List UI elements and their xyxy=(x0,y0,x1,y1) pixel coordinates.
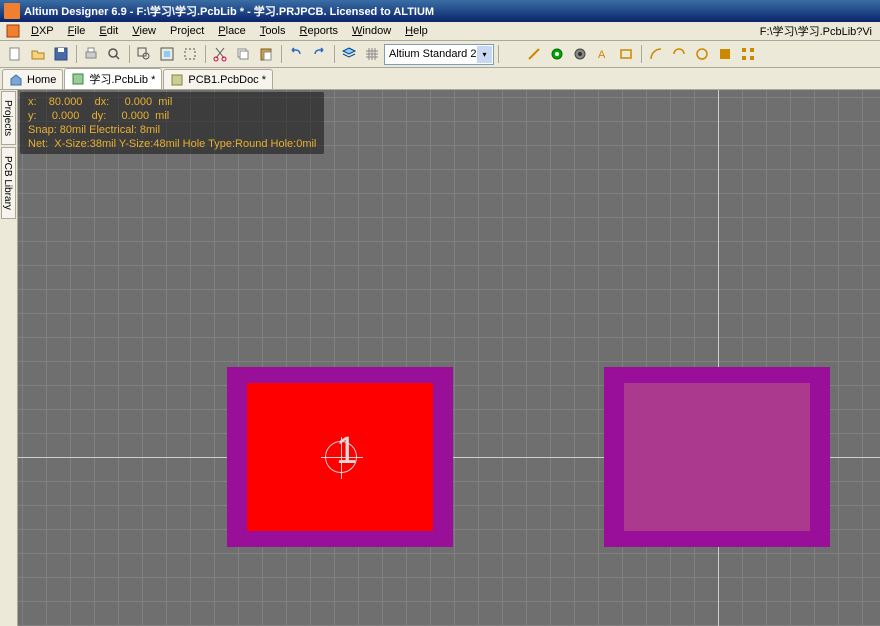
preview-button[interactable] xyxy=(103,43,125,65)
menu-tools[interactable]: Tools xyxy=(253,23,293,39)
tab-pcbdoc[interactable]: PCB1.PcbDoc * xyxy=(163,69,273,89)
menu-edit[interactable]: Edit xyxy=(92,23,125,39)
main-area: Projects PCB Library 1 x: 80.000 dx: 0.0… xyxy=(0,90,880,626)
pcblib-icon xyxy=(71,72,85,86)
coordinate-hud: x: 80.000 dx: 0.000 mil y: 0.000 dy: 0.0… xyxy=(20,92,324,154)
window-title: Altium Designer 6.9 - F:\学习\学习.PcbLib * … xyxy=(24,3,434,19)
hud-net: Net: X-Size:38mil Y-Size:48mil Hole Type… xyxy=(28,137,316,151)
menu-window[interactable]: Window xyxy=(345,23,398,39)
place-string-button[interactable]: A xyxy=(592,43,614,65)
svg-text:A: A xyxy=(598,49,606,61)
pcb-canvas[interactable]: 1 x: 80.000 dx: 0.000 mil y: 0.000 dy: 0… xyxy=(18,90,880,626)
tab-home[interactable]: Home xyxy=(2,69,63,89)
tab-label: PCB1.PcbDoc * xyxy=(188,74,266,86)
cut-button[interactable] xyxy=(209,43,231,65)
title-bar: Altium Designer 6.9 - F:\学习\学习.PcbLib * … xyxy=(0,0,880,22)
zoom-selected-button[interactable] xyxy=(179,43,201,65)
panel-tab-projects[interactable]: Projects xyxy=(1,91,16,145)
place-array-button[interactable] xyxy=(737,43,759,65)
document-tabs: Home 学习.PcbLib * PCB1.PcbDoc * xyxy=(0,68,880,90)
open-button[interactable] xyxy=(27,43,49,65)
document-path: F:\学习\学习.PcbLib?Vi xyxy=(754,21,878,41)
pcbdoc-icon xyxy=(170,73,184,87)
print-button[interactable] xyxy=(80,43,102,65)
panel-tab-pcblibrary[interactable]: PCB Library xyxy=(1,147,16,219)
dxp-icon[interactable] xyxy=(4,24,22,39)
left-panel-tabs: Projects PCB Library xyxy=(0,90,18,626)
hud-x: x: 80.000 dx: 0.000 mil xyxy=(28,95,316,109)
undo-button[interactable] xyxy=(285,43,307,65)
hud-snap: Snap: 80mil Electrical: 8mil xyxy=(28,123,316,137)
copy-button[interactable] xyxy=(232,43,254,65)
zoom-fit-button[interactable] xyxy=(156,43,178,65)
place-fill-button[interactable] xyxy=(714,43,736,65)
pad-2-mask[interactable] xyxy=(604,367,830,547)
menu-reports[interactable]: Reports xyxy=(293,23,346,39)
menu-place[interactable]: Place xyxy=(211,23,253,39)
menu-help[interactable]: Help xyxy=(398,23,435,39)
pad-2-copper xyxy=(624,383,810,531)
menu-bar: DXP File Edit View Project Place Tools R… xyxy=(0,22,880,41)
place-arc2-button[interactable] xyxy=(668,43,690,65)
menu-view[interactable]: View xyxy=(125,23,163,39)
zoom-area-button[interactable] xyxy=(133,43,155,65)
chevron-down-icon: ▾ xyxy=(477,46,492,63)
new-button[interactable] xyxy=(4,43,26,65)
save-button[interactable] xyxy=(50,43,72,65)
home-icon xyxy=(9,73,23,87)
redo-button[interactable] xyxy=(308,43,330,65)
place-line-button[interactable] xyxy=(523,43,545,65)
app-icon xyxy=(4,3,20,19)
toolbar: Altium Standard 2D ▾ A xyxy=(0,41,880,68)
grid-button[interactable] xyxy=(361,43,383,65)
menu-dxp[interactable]: DXP xyxy=(24,23,61,39)
paste-button[interactable] xyxy=(255,43,277,65)
tab-pcblib[interactable]: 学习.PcbLib * xyxy=(64,68,162,89)
view-config-combo[interactable]: Altium Standard 2D ▾ xyxy=(384,44,494,65)
place-circle-button[interactable] xyxy=(691,43,713,65)
pad-1-designator: 1 xyxy=(336,430,357,473)
place-via-button[interactable] xyxy=(569,43,591,65)
menu-project[interactable]: Project xyxy=(163,23,211,39)
view-config-value: Altium Standard 2D xyxy=(389,48,484,60)
place-pad-button[interactable] xyxy=(546,43,568,65)
layers-button[interactable] xyxy=(338,43,360,65)
tab-label: 学习.PcbLib * xyxy=(89,71,155,87)
hud-y: y: 0.000 dy: 0.000 mil xyxy=(28,109,316,123)
menu-file[interactable]: File xyxy=(61,23,93,39)
tab-label: Home xyxy=(27,74,56,86)
place-rect-button[interactable] xyxy=(615,43,637,65)
place-arc-button[interactable] xyxy=(645,43,667,65)
